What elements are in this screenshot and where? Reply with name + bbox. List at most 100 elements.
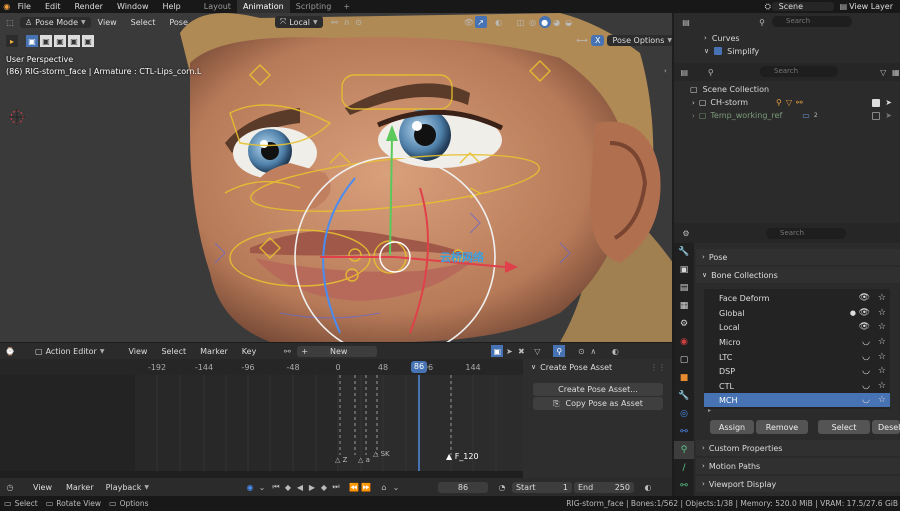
viewport-menu-select[interactable]: Select: [124, 18, 163, 27]
gizmo-icon[interactable]: ↗: [474, 16, 487, 28]
menu-edit[interactable]: Edit: [38, 2, 68, 11]
eye-closed-icon[interactable]: ◡: [862, 352, 870, 362]
rendered-shading-icon[interactable]: ◒: [563, 16, 575, 28]
sidebar-toggle-icon[interactable]: ‹: [664, 67, 667, 75]
render-tab-icon[interactable]: ▣: [674, 261, 694, 279]
3d-viewport[interactable]: 云桥网络 ⬚ ♙ Pose Mode ▼ View Select Pose ⤧ Loc…: [0, 13, 672, 342]
marker-sk[interactable]: △ SK: [373, 450, 390, 458]
tab-layout[interactable]: Layout: [198, 0, 237, 13]
outliner-row-ch-storm[interactable]: › ▢ CH-storm ⚲ ▽ ⚯ ➤: [674, 96, 900, 109]
viewport-menu-view[interactable]: View: [91, 18, 124, 27]
overlays-icon[interactable]: ◐: [493, 16, 505, 28]
select-invert-icon[interactable]: ▣: [68, 35, 80, 47]
filter-icon[interactable]: ▽: [531, 345, 543, 357]
select-extend-icon[interactable]: ▣: [40, 35, 52, 47]
xray-icon[interactable]: ◫: [515, 16, 527, 28]
solid-shading-icon[interactable]: ●: [538, 16, 551, 28]
timeline-menu-view[interactable]: View: [26, 483, 59, 492]
chevron-down-icon[interactable]: ⌄: [390, 481, 402, 493]
bone-collection-item[interactable]: Global ● 👁 ☆: [704, 306, 890, 320]
tab-scripting[interactable]: Scripting: [290, 0, 338, 13]
star-icon[interactable]: ☆: [878, 337, 886, 347]
select-intersect-icon[interactable]: ▣: [82, 35, 94, 47]
orientation-selector[interactable]: ⤧ Local ▼: [274, 16, 323, 28]
select-toggle-icon[interactable]: ➤: [885, 98, 892, 107]
record-icon[interactable]: ◉: [244, 481, 256, 493]
clock-icon[interactable]: ◔: [496, 481, 508, 493]
editor-type-icon[interactable]: ▤: [680, 16, 692, 28]
wireframe-shading-icon[interactable]: ◎: [527, 16, 539, 28]
bone-collection-item[interactable]: CTL ◡ ☆: [704, 379, 890, 393]
physics-tab-icon[interactable]: ◎: [674, 405, 694, 423]
bone-constraint-tab-icon[interactable]: ⚯: [674, 477, 694, 495]
proportional-edit-icon[interactable]: ⊙: [353, 16, 365, 28]
armature-data-tab-icon[interactable]: ⚲: [674, 441, 694, 459]
eye-icon[interactable]: 👁: [859, 322, 870, 332]
tab-animation[interactable]: Animation: [236, 0, 290, 13]
mode-selector[interactable]: ♙ Pose Mode ▼: [20, 16, 91, 28]
only-selected-icon[interactable]: ▣: [491, 345, 504, 357]
outliner-row-temp-working-ref[interactable]: › ▢ Temp_working_ref ▭ 2 ➤: [674, 109, 900, 122]
modifier-tab-icon[interactable]: 🔧: [674, 387, 694, 405]
editor-type-icon[interactable]: ▤: [680, 66, 689, 78]
remove-button[interactable]: Remove: [756, 420, 808, 434]
timeline-menu-playback[interactable]: Playback ▼: [101, 482, 154, 493]
viewport-scene[interactable]: [0, 13, 672, 342]
tool-select-icon[interactable]: ▸: [6, 35, 18, 47]
eye-closed-icon[interactable]: ◡: [862, 366, 870, 376]
ae-menu-marker[interactable]: Marker: [193, 347, 235, 356]
menu-render[interactable]: Render: [67, 2, 109, 11]
tool-tab-icon[interactable]: 🔧: [674, 243, 694, 261]
add-workspace-button[interactable]: +: [337, 0, 356, 13]
bone-collection-item[interactable]: DSP ◡ ☆: [704, 364, 890, 378]
bone-collections-panel-header[interactable]: ∨ Bone Collections: [696, 267, 900, 283]
star-icon[interactable]: ☆: [878, 366, 886, 376]
output-tab-icon[interactable]: ▤: [674, 279, 694, 297]
editor-type-icon[interactable]: ⚙: [680, 227, 692, 239]
lock-icon[interactable]: ⌂: [378, 481, 390, 493]
menu-help[interactable]: Help: [156, 2, 188, 11]
deselect-button[interactable]: Deselect: [872, 420, 900, 434]
star-icon[interactable]: ☆: [878, 395, 886, 405]
marker-a[interactable]: △ a: [358, 456, 370, 464]
outliner-top-row[interactable]: › Curves: [674, 31, 900, 45]
star-icon[interactable]: ☆: [878, 381, 886, 391]
select-button[interactable]: Select: [818, 420, 870, 434]
material-shading-icon[interactable]: ◕: [551, 16, 563, 28]
timeline-overlay-icon[interactable]: ◐: [642, 481, 654, 493]
dopesheet-mode-selector[interactable]: ▢ Action Editor ▼: [30, 346, 109, 357]
x-mirror-toggle[interactable]: X: [591, 34, 605, 46]
prev-key-icon[interactable]: ◆: [282, 481, 294, 493]
star-icon[interactable]: ☆: [878, 322, 886, 332]
overlay-toggle-icon[interactable]: ◐: [609, 345, 621, 357]
viewport-menu-pose[interactable]: Pose: [162, 18, 195, 27]
bone-collection-item-selected[interactable]: MCH ◡ ☆: [704, 393, 890, 407]
select-subtract-icon[interactable]: ▣: [54, 35, 66, 47]
checkbox-icon[interactable]: [872, 98, 880, 107]
visibility-icon[interactable]: 👁: [463, 16, 475, 28]
new-action-button[interactable]: + New: [297, 345, 378, 357]
eye-closed-icon[interactable]: ◡: [862, 395, 870, 405]
bone-tab-icon[interactable]: ∕: [674, 459, 694, 477]
keyframe-next-icon[interactable]: ⏩: [360, 481, 372, 493]
jump-end-icon[interactable]: ⏭: [330, 481, 342, 493]
star-icon[interactable]: ☆: [878, 308, 886, 318]
bone-collection-item[interactable]: Micro ◡ ☆: [704, 335, 890, 349]
snap-icon[interactable]: ∩: [341, 16, 353, 28]
view-layer-tab-icon[interactable]: ▦: [674, 297, 694, 315]
checkbox-icon[interactable]: [872, 111, 880, 120]
list-resize-icon[interactable]: ▸: [708, 407, 711, 414]
assign-button[interactable]: Assign: [710, 420, 754, 434]
end-frame-field[interactable]: End 250: [573, 481, 634, 493]
collection-tab-icon[interactable]: ▢: [674, 351, 694, 369]
viewport-display-panel-header[interactable]: › Viewport Display: [696, 476, 900, 492]
new-collection-icon[interactable]: ▦: [892, 66, 900, 78]
bone-collection-item[interactable]: Face Deform 👁 ☆: [704, 291, 890, 305]
star-icon[interactable]: ☆: [878, 293, 886, 303]
drag-handle-icon[interactable]: ⋮⋮: [650, 363, 666, 372]
frame-ruler[interactable]: -192 -144 -96 -48 0 48 96 144 86: [0, 359, 523, 375]
curve-icon[interactable]: ∧: [587, 345, 599, 357]
create-pose-asset-button[interactable]: Create Pose Asset...: [533, 383, 663, 396]
select-box-icon[interactable]: ▣: [26, 35, 38, 47]
copy-pose-as-asset-button[interactable]: ⎘ Copy Pose as Asset: [533, 397, 663, 410]
